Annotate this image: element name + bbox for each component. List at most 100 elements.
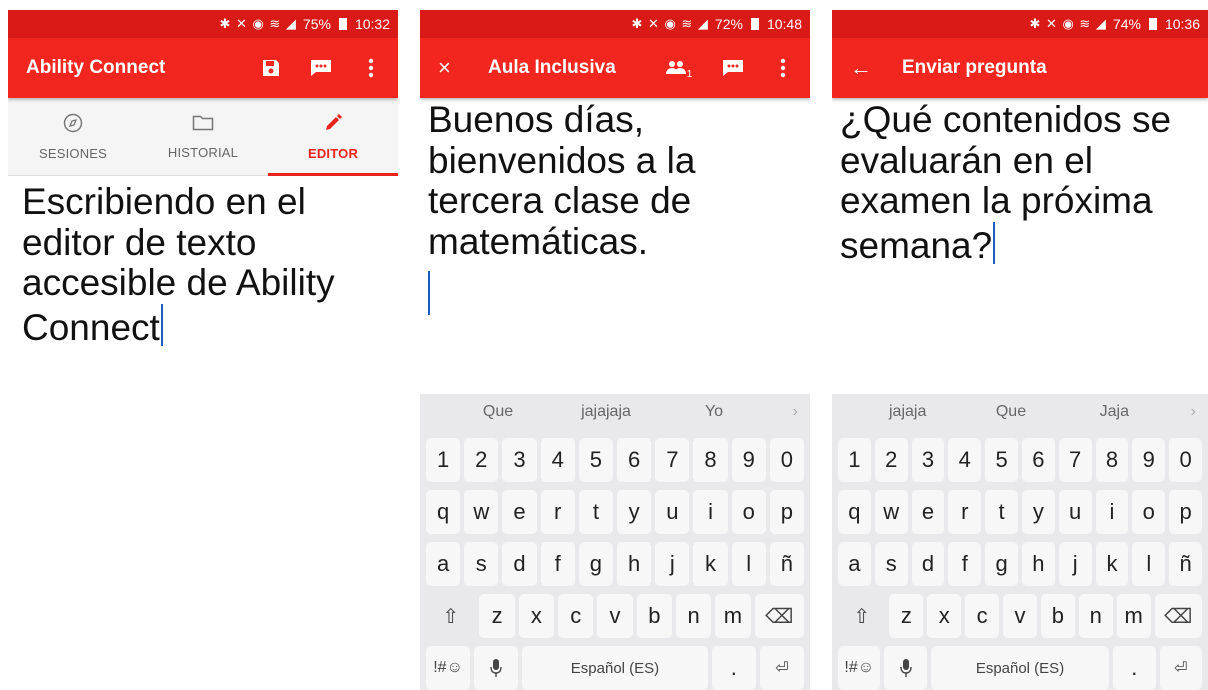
chat-icon[interactable] bbox=[310, 57, 332, 79]
space-key[interactable]: Español (ES) bbox=[930, 646, 1110, 690]
key[interactable]: 2 bbox=[464, 438, 499, 482]
key[interactable]: h bbox=[617, 542, 652, 586]
tab-historial[interactable]: HISTORIAL bbox=[138, 98, 268, 175]
symbols-key[interactable]: !#☺ bbox=[426, 646, 471, 690]
key[interactable]: 6 bbox=[617, 438, 652, 482]
key[interactable]: t bbox=[578, 490, 614, 534]
key[interactable]: n bbox=[1078, 594, 1113, 638]
key[interactable]: m bbox=[715, 594, 751, 638]
microphone-icon[interactable] bbox=[474, 646, 519, 690]
key[interactable]: c bbox=[965, 594, 1000, 638]
more-vert-icon[interactable] bbox=[772, 57, 794, 79]
key[interactable]: z bbox=[479, 594, 515, 638]
key[interactable]: y bbox=[1021, 490, 1055, 534]
period-key[interactable]: . bbox=[711, 646, 756, 690]
key[interactable]: i bbox=[693, 490, 728, 534]
key[interactable]: a bbox=[838, 542, 871, 586]
key[interactable]: y bbox=[617, 490, 652, 534]
key[interactable]: 8 bbox=[693, 438, 728, 482]
key[interactable]: ñ bbox=[769, 542, 805, 586]
key[interactable]: q bbox=[426, 490, 461, 534]
chevron-right-icon[interactable]: › bbox=[768, 403, 798, 421]
tab-editor[interactable]: EDITOR bbox=[268, 98, 398, 176]
key[interactable]: 7 bbox=[655, 438, 690, 482]
key[interactable]: s bbox=[874, 542, 908, 586]
shift-icon[interactable]: ⇧ bbox=[426, 594, 475, 638]
key[interactable]: c bbox=[558, 594, 594, 638]
suggestion[interactable]: jajajaja bbox=[552, 403, 660, 421]
chevron-right-icon[interactable]: › bbox=[1166, 403, 1196, 421]
key[interactable]: 6 bbox=[1021, 438, 1055, 482]
key[interactable]: w bbox=[874, 490, 908, 534]
key[interactable]: b bbox=[636, 594, 672, 638]
key[interactable]: l bbox=[731, 542, 766, 586]
key[interactable]: a bbox=[426, 542, 461, 586]
key[interactable]: h bbox=[1021, 542, 1055, 586]
suggestion[interactable]: Yo bbox=[660, 403, 768, 421]
key[interactable]: 3 bbox=[502, 438, 537, 482]
key[interactable]: i bbox=[1095, 490, 1129, 534]
key[interactable]: x bbox=[927, 594, 962, 638]
enter-icon[interactable]: ⏎ bbox=[759, 646, 804, 690]
backspace-icon[interactable]: ⌫ bbox=[1154, 594, 1202, 638]
key[interactable]: u bbox=[655, 490, 690, 534]
key[interactable]: p bbox=[1169, 490, 1202, 534]
key[interactable]: w bbox=[464, 490, 499, 534]
key[interactable]: z bbox=[889, 594, 924, 638]
key[interactable]: u bbox=[1058, 490, 1092, 534]
key[interactable]: 8 bbox=[1095, 438, 1129, 482]
key[interactable]: 1 bbox=[838, 438, 871, 482]
chat-icon[interactable] bbox=[722, 57, 744, 79]
key[interactable]: 2 bbox=[874, 438, 908, 482]
key[interactable]: d bbox=[911, 542, 945, 586]
participants-icon[interactable]: 1 bbox=[664, 57, 694, 80]
more-vert-icon[interactable] bbox=[360, 57, 382, 79]
key[interactable]: o bbox=[1132, 490, 1166, 534]
key[interactable]: n bbox=[675, 594, 712, 638]
symbols-key[interactable]: !#☺ bbox=[838, 646, 881, 690]
suggestion[interactable]: Que bbox=[444, 403, 552, 421]
key[interactable]: 5 bbox=[578, 438, 614, 482]
key[interactable]: j bbox=[655, 542, 690, 586]
key[interactable]: 5 bbox=[985, 438, 1018, 482]
microphone-icon[interactable] bbox=[884, 646, 927, 690]
text-editor[interactable]: Escribiendo en el editor de texto accesi… bbox=[8, 176, 398, 355]
key[interactable]: o bbox=[731, 490, 766, 534]
key[interactable]: s bbox=[464, 542, 499, 586]
suggestion[interactable]: Jaja bbox=[1063, 403, 1166, 421]
key[interactable]: f bbox=[948, 542, 982, 586]
key[interactable]: 1 bbox=[426, 438, 461, 482]
key[interactable]: 4 bbox=[540, 438, 575, 482]
key[interactable]: k bbox=[693, 542, 728, 586]
key[interactable]: g bbox=[578, 542, 614, 586]
key[interactable]: ñ bbox=[1169, 542, 1202, 586]
key[interactable]: e bbox=[502, 490, 537, 534]
question-input[interactable]: ¿Qué contenidos se evaluarán en el exame… bbox=[832, 98, 1208, 388]
enter-icon[interactable]: ⏎ bbox=[1159, 646, 1202, 690]
key[interactable]: j bbox=[1058, 542, 1092, 586]
key[interactable]: x bbox=[518, 594, 555, 638]
key[interactable]: v bbox=[1003, 594, 1037, 638]
key[interactable]: k bbox=[1095, 542, 1129, 586]
key[interactable]: 9 bbox=[731, 438, 766, 482]
key[interactable]: g bbox=[985, 542, 1018, 586]
key[interactable]: d bbox=[502, 542, 537, 586]
key[interactable]: p bbox=[769, 490, 805, 534]
key[interactable]: 9 bbox=[1132, 438, 1166, 482]
key[interactable]: r bbox=[540, 490, 575, 534]
key[interactable]: 4 bbox=[948, 438, 982, 482]
close-icon[interactable]: × bbox=[438, 55, 452, 81]
key[interactable]: m bbox=[1116, 594, 1151, 638]
shift-icon[interactable]: ⇧ bbox=[838, 594, 885, 638]
period-key[interactable]: . bbox=[1113, 646, 1156, 690]
key[interactable]: f bbox=[540, 542, 575, 586]
key[interactable]: b bbox=[1040, 594, 1075, 638]
suggestion[interactable]: jajaja bbox=[856, 403, 959, 421]
key[interactable]: r bbox=[948, 490, 982, 534]
back-arrow-icon[interactable]: ← bbox=[850, 55, 872, 81]
tab-sesiones[interactable]: SESIONES bbox=[8, 98, 138, 175]
key[interactable]: l bbox=[1132, 542, 1166, 586]
backspace-icon[interactable]: ⌫ bbox=[754, 594, 805, 638]
key[interactable]: 7 bbox=[1058, 438, 1092, 482]
key[interactable]: 0 bbox=[769, 438, 805, 482]
